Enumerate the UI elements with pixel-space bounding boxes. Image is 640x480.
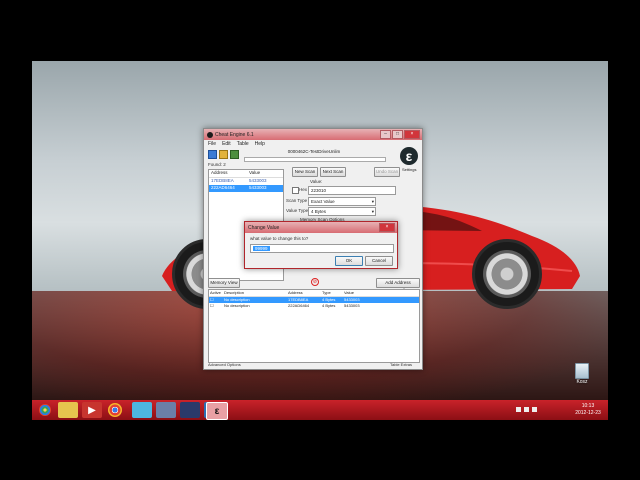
no-icon[interactable]: ⊘ xyxy=(311,278,319,286)
result-row[interactable]: 17EDB8EA 5433003 xyxy=(209,178,283,185)
col-address[interactable]: Address xyxy=(288,290,322,296)
open-process-icon[interactable] xyxy=(208,150,217,159)
minimize-button[interactable]: – xyxy=(380,130,391,139)
scan-type-select[interactable]: Exact Value ▾ xyxy=(308,197,376,206)
chevron-down-icon: ▾ xyxy=(371,209,374,214)
cancel-button[interactable]: Cancel xyxy=(365,256,393,266)
active-checkbox[interactable]: ☐ xyxy=(209,303,224,309)
undo-scan-button[interactable]: Undo Scan xyxy=(374,167,400,177)
cheat-engine-titlebar: Cheat Engine 6.1 – □ × xyxy=(204,129,422,140)
results-header-address[interactable]: Address xyxy=(209,170,249,177)
car-rear-wheel xyxy=(472,239,542,309)
chevron-down-icon: ▾ xyxy=(371,199,374,204)
change-value-dialog: Change Value × what value to change this… xyxy=(244,221,398,269)
next-scan-button[interactable]: Next Scan xyxy=(320,167,346,177)
hex-checkbox[interactable] xyxy=(292,187,299,194)
clock-time: 10:13 xyxy=(581,403,595,409)
taskbar-app-icon[interactable] xyxy=(156,402,176,418)
menu-edit[interactable]: Edit xyxy=(222,141,231,147)
progress-bar xyxy=(244,157,386,162)
windows-logo-icon xyxy=(39,404,51,416)
start-button[interactable] xyxy=(35,402,55,418)
cheat-engine-logo-icon[interactable]: ε xyxy=(400,147,418,165)
col-value[interactable]: Value xyxy=(344,290,354,296)
advanced-options-link[interactable]: Advanced Options xyxy=(208,362,241,367)
menu-table[interactable]: Table xyxy=(237,141,249,147)
results-header-value[interactable]: Value xyxy=(249,170,260,177)
cheat-engine-logo-small-icon xyxy=(207,131,213,138)
menu-bar: File Edit Table Help xyxy=(204,140,422,148)
menu-help[interactable]: Help xyxy=(255,141,265,147)
value-label: Value: xyxy=(310,179,323,184)
open-file-icon[interactable] xyxy=(219,150,228,159)
new-scan-button[interactable]: New Scan xyxy=(292,167,318,177)
ok-button[interactable]: OK xyxy=(335,256,363,266)
taskbar-cheat-engine-button[interactable]: ε xyxy=(206,402,228,420)
col-type[interactable]: Type xyxy=(322,290,344,296)
new-value-input[interactable]: 99999 xyxy=(250,244,394,253)
hex-label: Hex xyxy=(299,187,308,192)
menu-file[interactable]: File xyxy=(208,141,216,147)
col-description[interactable]: Description xyxy=(224,290,288,296)
dialog-prompt: what value to change this to? xyxy=(250,236,309,241)
window-title: Cheat Engine 6.1 xyxy=(215,131,254,138)
found-count: Found: 2 xyxy=(208,162,226,167)
dialog-title: Change Value xyxy=(248,224,280,231)
memory-view-button[interactable]: Memory View xyxy=(208,278,240,288)
desktop: Kosz Cheat Engine 6.1 – □ × File Edit Ta… xyxy=(32,61,608,420)
scan-type-label: Scan Type xyxy=(286,198,308,203)
result-row-selected[interactable]: 222AD6464 5433003 xyxy=(209,185,283,192)
recycle-bin[interactable]: Kosz xyxy=(570,363,594,385)
save-file-icon[interactable] xyxy=(230,150,239,159)
toolbar xyxy=(208,150,239,159)
maximize-button[interactable]: □ xyxy=(392,130,403,139)
recycle-bin-label: Kosz xyxy=(576,379,588,385)
address-table: Active Description Address Type Value ☐ … xyxy=(208,289,420,363)
clock-date: 2012-12-23 xyxy=(575,410,601,416)
clock[interactable]: 10:13 2012-12-23 xyxy=(572,403,604,417)
new-value-selected-text: 99999 xyxy=(253,246,270,251)
tray-icons[interactable] xyxy=(516,407,537,412)
taskbar-app-icon[interactable] xyxy=(180,402,200,418)
value-type-select[interactable]: 4 Bytes ▾ xyxy=(308,207,376,216)
col-active[interactable]: Active xyxy=(209,290,224,296)
table-extras-link[interactable]: Table Extras xyxy=(390,362,412,367)
recycle-bin-icon xyxy=(575,363,589,379)
dialog-titlebar: Change Value × xyxy=(245,222,397,233)
process-name: 0000462C-TestDriveUnlim xyxy=(287,149,341,154)
value-type-label: Value Type xyxy=(286,208,309,213)
taskbar-media-player-icon[interactable]: ▶ xyxy=(82,402,102,418)
settings-link[interactable]: Settings xyxy=(402,167,416,172)
taskbar-chrome-icon[interactable] xyxy=(108,403,122,417)
taskbar-app-icon[interactable] xyxy=(132,402,152,418)
add-address-manually-button[interactable]: Add Address Manually xyxy=(376,278,420,293)
close-button[interactable]: × xyxy=(404,130,420,139)
taskbar: ▶ ε 10:13 2012-12-23 xyxy=(32,400,608,420)
dialog-close-button[interactable]: × xyxy=(379,223,395,232)
table-row[interactable]: ☐ No description 222AD6464 4 Bytes 54330… xyxy=(209,303,419,309)
scan-value-input[interactable]: 223010 xyxy=(308,186,396,195)
taskbar-explorer-icon[interactable] xyxy=(58,402,78,418)
